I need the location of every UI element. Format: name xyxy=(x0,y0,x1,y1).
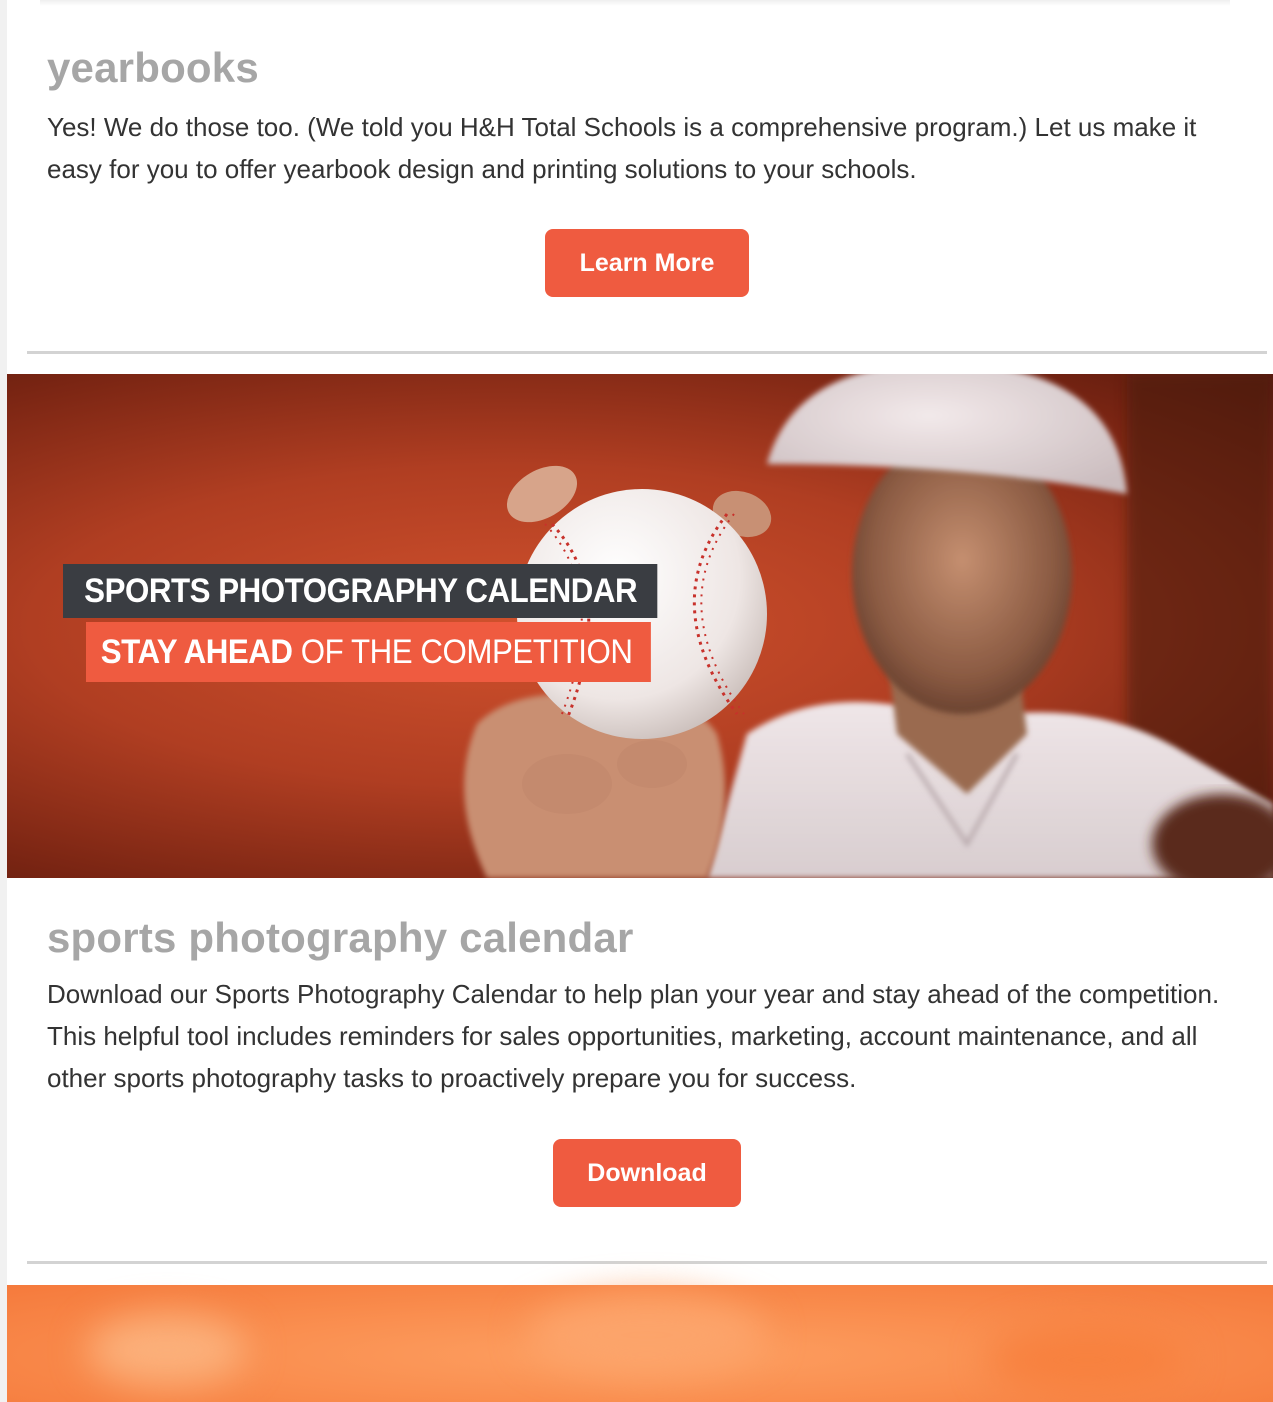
left-rail xyxy=(0,0,7,1402)
bokeh-highlight xyxy=(527,1295,767,1375)
banner-tagline: STAY AHEAD OF THE COMPETITION xyxy=(86,622,651,682)
section-divider xyxy=(27,351,1267,354)
sports-calendar-title: sports photography calendar xyxy=(47,914,634,961)
bokeh-highlight xyxy=(87,1315,247,1385)
yearbooks-description: Yes! We do those too. (We told you H&H T… xyxy=(47,112,1197,184)
section-divider xyxy=(27,1261,1267,1264)
email-page: yearbooks Yes! We do those too. (We told… xyxy=(0,0,1273,1402)
top-divider-fade xyxy=(40,0,1230,6)
learn-more-button[interactable]: Learn More xyxy=(545,229,749,297)
yearbooks-title: yearbooks xyxy=(47,44,259,91)
next-section-banner-image[interactable] xyxy=(7,1285,1273,1402)
download-button[interactable]: Download xyxy=(553,1139,741,1207)
bokeh-highlight xyxy=(987,1325,1187,1395)
sports-calendar-description: Download our Sports Photography Calendar… xyxy=(47,979,1220,1093)
banner-tagline-strong: STAY AHEAD xyxy=(100,633,293,671)
sports-calendar-banner-image[interactable]: SPORTS PHOTOGRAPHY CALENDAR STAY AHEAD O… xyxy=(7,374,1273,878)
banner-tagline-rest: OF THE COMPETITION xyxy=(300,633,633,671)
banner-headline: SPORTS PHOTOGRAPHY CALENDAR xyxy=(63,564,658,618)
